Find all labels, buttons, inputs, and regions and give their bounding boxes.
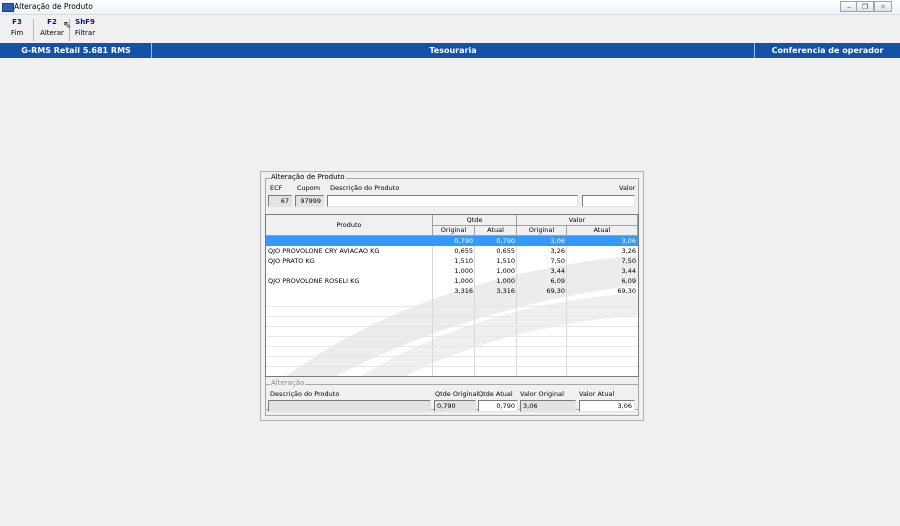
fim-button[interactable]: F3 Fim bbox=[8, 18, 26, 37]
alt-qtde-original-label: Qtde Original bbox=[435, 390, 479, 398]
cell-valor-original: 3,44 bbox=[550, 267, 565, 275]
grid-line bbox=[266, 356, 638, 357]
app-icon bbox=[2, 3, 14, 12]
alteracao-group-title: Alteração bbox=[270, 379, 306, 387]
cell-valor-original: 3,06 bbox=[550, 237, 565, 245]
valor-label: Valor bbox=[619, 184, 636, 192]
table-row[interactable]: QJO PROVOLONE CRY AVIACAO KG 0,655 0,655… bbox=[266, 246, 638, 256]
cell-valor-atual: 3,06 bbox=[621, 237, 636, 245]
cupom-label: Cupom bbox=[297, 184, 321, 192]
cell-valor-atual: 69,30 bbox=[617, 287, 636, 295]
filtrar-button[interactable]: ShF9 Filtrar bbox=[74, 18, 96, 37]
alt-qtde-original-field: 0,790 bbox=[434, 400, 476, 412]
restore-button[interactable]: ❐ bbox=[856, 1, 874, 12]
fim-label: Fim bbox=[10, 29, 24, 37]
cell-valor-atual: 7,50 bbox=[621, 257, 636, 265]
alterar-label: Alterar bbox=[40, 29, 64, 37]
cell-produto: QJO PROVOLONE ROSELI KG bbox=[268, 277, 360, 285]
cell-qtde-original: 0,655 bbox=[454, 247, 473, 255]
alt-descricao-field bbox=[268, 400, 431, 412]
col-header-produto[interactable]: Produto bbox=[266, 215, 433, 236]
descricao-label: Descrição do Produto bbox=[330, 184, 400, 192]
window-title: Alteração de Produto bbox=[14, 2, 93, 11]
system-version: G-RMS Retail 5.681 RMS bbox=[21, 46, 131, 55]
cell-qtde-original: 3,316 bbox=[454, 287, 473, 295]
filtrar-label: Filtrar bbox=[74, 29, 96, 37]
grid-line bbox=[266, 336, 638, 337]
mouse-cursor-icon: ⇖ bbox=[63, 20, 72, 31]
col-header-qtde-original[interactable]: Original bbox=[433, 226, 475, 236]
ecf-field: 67 bbox=[268, 195, 292, 207]
module-name: Tesouraria bbox=[429, 46, 477, 55]
ecf-label: ECF bbox=[270, 184, 283, 192]
alt-valor-atual-input[interactable]: 3,06 bbox=[579, 400, 635, 412]
cell-valor-atual: 3,26 bbox=[621, 247, 636, 255]
alt-descricao-label: Descrição do Produto bbox=[270, 390, 340, 398]
alt-valor-atual-label: Valor Atual bbox=[579, 390, 615, 398]
cell-produto bbox=[266, 236, 433, 246]
toolbar: F3 Fim F2 Alterar ShF9 Filtrar bbox=[0, 15, 900, 43]
table-row[interactable]: 3,316 3,316 69,30 69,30 bbox=[266, 286, 638, 296]
cell-qtde-atual: 1,000 bbox=[496, 277, 515, 285]
cell-qtde-atual: 0,790 bbox=[496, 237, 515, 245]
close-icon: ✕ bbox=[880, 3, 886, 11]
alt-valor-original-field: 3,06 bbox=[520, 400, 576, 412]
cell-qtde-atual: 1,000 bbox=[496, 267, 515, 275]
col-header-valor-original[interactable]: Original bbox=[517, 226, 567, 236]
valor-field[interactable] bbox=[582, 195, 635, 207]
title-bar: Alteração de Produto – ❐ ✕ bbox=[0, 0, 900, 15]
fim-shortcut: F3 bbox=[12, 18, 22, 26]
cell-produto bbox=[266, 266, 433, 276]
table-row[interactable]: QJO PROVOLONE ROSELI KG 1,000 1,000 6,09… bbox=[266, 276, 638, 286]
filtrar-shortcut: ShF9 bbox=[75, 18, 95, 26]
alterar-button[interactable]: F2 Alterar bbox=[39, 18, 65, 37]
cell-valor-original: 7,50 bbox=[550, 257, 565, 265]
grid-line bbox=[266, 316, 638, 317]
restore-icon: ❐ bbox=[861, 3, 869, 11]
cell-qtde-original: 1,510 bbox=[454, 257, 473, 265]
cell-valor-original: 69,30 bbox=[546, 287, 565, 295]
cell-valor-original: 6,09 bbox=[550, 277, 565, 285]
module-header-bar: G-RMS Retail 5.681 RMS Tesouraria Confer… bbox=[0, 43, 900, 58]
alterar-shortcut: F2 bbox=[47, 18, 57, 26]
descricao-field[interactable] bbox=[327, 195, 578, 207]
col-header-qtde[interactable]: Qtde bbox=[433, 215, 517, 226]
cell-valor-atual: 6,09 bbox=[621, 277, 636, 285]
alt-qtde-atual-input[interactable]: 0,790 bbox=[478, 400, 518, 412]
col-header-qtde-atual[interactable]: Atual bbox=[475, 226, 517, 236]
grid-line bbox=[266, 346, 638, 347]
cupom-field: 97999 bbox=[295, 195, 324, 207]
cell-qtde-atual: 0,655 bbox=[496, 247, 515, 255]
cell-valor-original: 3,26 bbox=[550, 247, 565, 255]
close-button[interactable]: ✕ bbox=[874, 1, 892, 12]
table-row[interactable]: 0,790 0,790 3,06 3,06 bbox=[266, 236, 638, 246]
minimize-icon: – bbox=[847, 3, 851, 11]
alt-valor-original-label: Valor Original bbox=[520, 390, 564, 398]
col-header-valor[interactable]: Valor bbox=[517, 215, 638, 226]
grid-line bbox=[266, 306, 638, 307]
cell-qtde-atual: 1,510 bbox=[496, 257, 515, 265]
table-row[interactable]: 1,000 1,000 3,44 3,44 bbox=[266, 266, 638, 276]
table-row[interactable]: QJO PRATO KG 1,510 1,510 7,50 7,50 bbox=[266, 256, 638, 266]
grid-line bbox=[266, 326, 638, 327]
cell-qtde-original: 1,000 bbox=[454, 267, 473, 275]
alt-qtde-atual-label: Qtde Atual bbox=[478, 390, 513, 398]
products-grid[interactable]: Produto Qtde Valor Original Atual Origin… bbox=[265, 214, 639, 377]
cell-qtde-original: 0,790 bbox=[454, 237, 473, 245]
col-header-valor-atual[interactable]: Atual bbox=[567, 226, 638, 236]
cell-produto bbox=[266, 286, 433, 296]
toolbar-separator bbox=[33, 19, 34, 41]
cell-produto: QJO PRATO KG bbox=[268, 257, 315, 265]
cell-produto: QJO PROVOLONE CRY AVIACAO KG bbox=[268, 247, 380, 255]
cell-qtde-original: 1,000 bbox=[454, 277, 473, 285]
screen-name: Conferencia de operador bbox=[771, 46, 884, 55]
cell-qtde-atual: 3,316 bbox=[496, 287, 515, 295]
cell-valor-atual: 3,44 bbox=[621, 267, 636, 275]
grid-line bbox=[266, 366, 638, 367]
group-title: Alteração de Produto bbox=[270, 173, 346, 181]
